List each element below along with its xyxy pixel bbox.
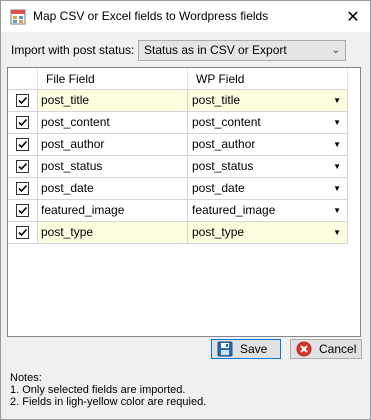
dropdown-arrow-icon[interactable]: ▼ — [333, 156, 341, 177]
save-label: Save — [240, 342, 268, 356]
wp-field-value: post_type — [192, 225, 245, 239]
row-checkbox[interactable] — [16, 226, 29, 239]
save-button[interactable]: Save — [211, 339, 281, 359]
row-check-cell[interactable] — [8, 112, 38, 134]
header-file-field[interactable]: File Field — [38, 68, 188, 90]
wp-field-select[interactable]: post_author ▼ — [188, 134, 348, 156]
wp-field-select[interactable]: featured_image ▼ — [188, 200, 348, 222]
wp-field-select[interactable]: post_date ▼ — [188, 178, 348, 200]
table-row[interactable]: post_title post_title ▼ — [8, 90, 348, 112]
wp-field-select[interactable]: post_type ▼ — [188, 222, 348, 244]
row-checkbox[interactable] — [16, 182, 29, 195]
row-check-cell[interactable] — [8, 222, 38, 244]
chevron-down-icon: ⌄ — [331, 45, 340, 56]
dropdown-arrow-icon[interactable]: ▼ — [333, 112, 341, 133]
notes-title: Notes: — [10, 372, 42, 384]
row-check-cell[interactable] — [8, 134, 38, 156]
wp-field-select[interactable]: post_content ▼ — [188, 112, 348, 134]
cancel-button[interactable]: Cancel — [290, 339, 362, 359]
file-field-cell[interactable]: post_content — [38, 112, 188, 134]
wp-field-value: post_date — [192, 181, 245, 195]
row-checkbox[interactable] — [16, 204, 29, 217]
row-checkbox[interactable] — [16, 160, 29, 173]
dropdown-arrow-icon[interactable]: ▼ — [333, 222, 341, 243]
wp-field-select[interactable]: post_status ▼ — [188, 156, 348, 178]
checkmark-icon — [18, 206, 28, 215]
checkmark-icon — [18, 140, 28, 149]
checkmark-icon — [18, 118, 28, 127]
table-row[interactable]: post_author post_author ▼ — [8, 134, 348, 156]
row-checkbox[interactable] — [16, 138, 29, 151]
dropdown-arrow-icon[interactable]: ▼ — [333, 200, 341, 221]
cancel-icon — [296, 341, 312, 357]
note-line-2: 2. Fields in ligh-yellow color are requi… — [10, 396, 207, 408]
file-field-cell[interactable]: featured_image — [38, 200, 188, 222]
wp-field-value: post_status — [192, 159, 254, 173]
row-checkbox[interactable] — [16, 116, 29, 129]
row-check-cell[interactable] — [8, 178, 38, 200]
note-line-1: 1. Only selected fields are imported. — [10, 384, 186, 396]
table-row[interactable]: post_type post_type ▼ — [8, 222, 348, 244]
save-icon — [217, 341, 233, 357]
file-field-cell[interactable]: post_status — [38, 156, 188, 178]
close-button[interactable]: ✕ — [336, 1, 370, 32]
wp-field-value: featured_image — [192, 203, 276, 217]
header-wp-field[interactable]: WP Field — [188, 68, 348, 90]
table-icon — [10, 9, 26, 25]
file-field-cell[interactable]: post_type — [38, 222, 188, 244]
table-row[interactable]: post_date post_date ▼ — [8, 178, 348, 200]
header-check-column — [8, 68, 38, 90]
notes: Notes: 1. Only selected fields are impor… — [10, 372, 206, 408]
post-status-label: Import with post status: — [11, 43, 135, 57]
row-check-cell[interactable] — [8, 90, 38, 112]
wp-field-value: post_title — [192, 93, 241, 107]
dialog-window: Map CSV or Excel fields to Wordpress fie… — [0, 0, 371, 420]
wp-field-select[interactable]: post_title ▼ — [188, 90, 348, 112]
table-row[interactable]: post_status post_status ▼ — [8, 156, 348, 178]
checkmark-icon — [18, 184, 28, 193]
file-field-cell[interactable]: post_date — [38, 178, 188, 200]
row-checkbox[interactable] — [16, 94, 29, 107]
file-field-cell[interactable]: post_author — [38, 134, 188, 156]
checkmark-icon — [18, 162, 28, 171]
wp-field-value: post_content — [192, 115, 261, 129]
row-check-cell[interactable] — [8, 200, 38, 222]
dropdown-arrow-icon[interactable]: ▼ — [333, 90, 341, 111]
row-check-cell[interactable] — [8, 156, 38, 178]
file-field-cell[interactable]: post_title — [38, 90, 188, 112]
post-status-value: Status as in CSV or Export — [144, 43, 287, 57]
window-title: Map CSV or Excel fields to Wordpress fie… — [33, 9, 269, 23]
title-bar[interactable]: Map CSV or Excel fields to Wordpress fie… — [1, 1, 370, 32]
dropdown-arrow-icon[interactable]: ▼ — [333, 134, 341, 155]
cancel-label: Cancel — [319, 342, 357, 356]
checkmark-icon — [18, 96, 28, 105]
post-status-select[interactable]: Status as in CSV or Export ⌄ — [138, 40, 346, 61]
grid-header: File Field WP Field — [8, 68, 360, 90]
checkmark-icon — [18, 228, 28, 237]
dropdown-arrow-icon[interactable]: ▼ — [333, 178, 341, 199]
field-mapping-grid[interactable]: File Field WP Field post_title post_title… — [7, 67, 361, 337]
table-row[interactable]: featured_image featured_image ▼ — [8, 200, 348, 222]
table-row[interactable]: post_content post_content ▼ — [8, 112, 348, 134]
wp-field-value: post_author — [192, 137, 256, 151]
